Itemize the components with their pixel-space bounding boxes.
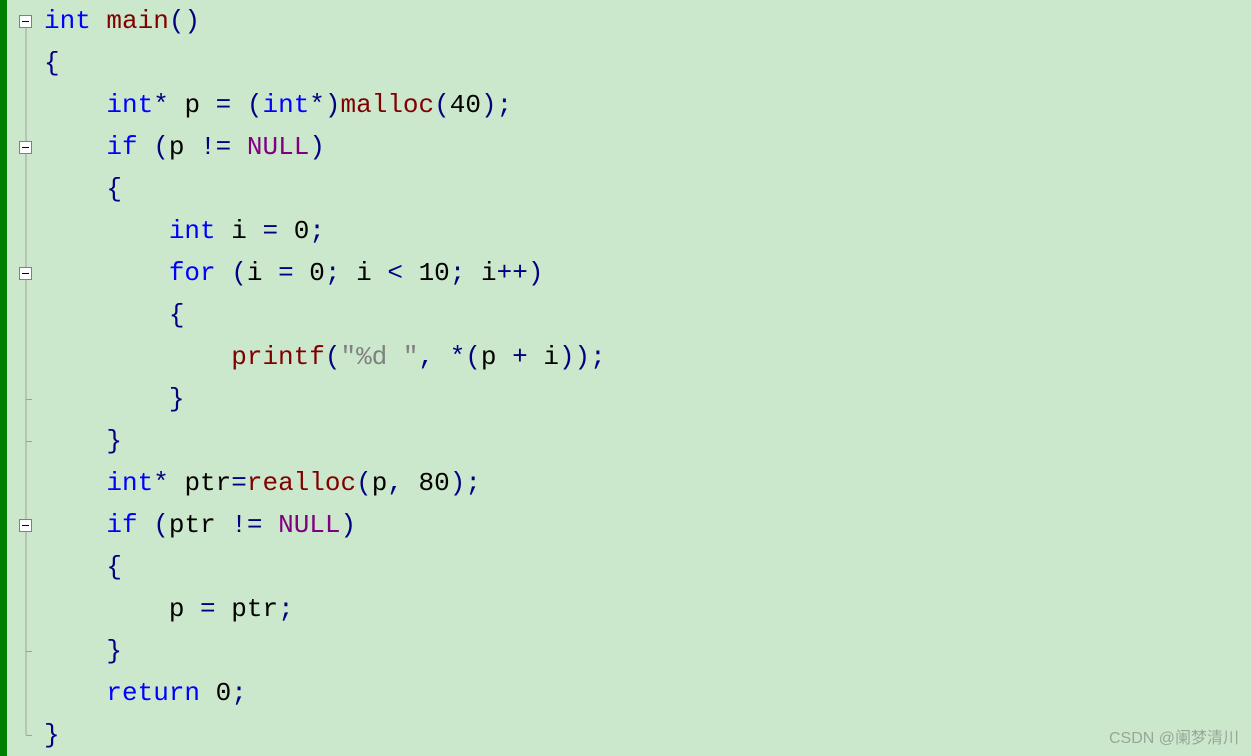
code-line: if (ptr != NULL) [44, 504, 1251, 546]
code-line: } [44, 714, 1251, 756]
fold-toggle-icon[interactable] [19, 519, 32, 532]
code-line: { [44, 42, 1251, 84]
code-line: printf("%d ", *(p + i)); [44, 336, 1251, 378]
code-editor: int main() { int* p = (int*)malloc(40); … [0, 0, 1251, 756]
fold-toggle-icon[interactable] [19, 141, 32, 154]
code-line: p = ptr; [44, 588, 1251, 630]
watermark: CSDN @阑梦清川 [1109, 724, 1239, 748]
code-line: int i = 0; [44, 210, 1251, 252]
code-line: } [44, 630, 1251, 672]
code-line: int* p = (int*)malloc(40); [44, 84, 1251, 126]
code-line: { [44, 168, 1251, 210]
fold-toggle-icon[interactable] [19, 267, 32, 280]
function-name: main [106, 6, 168, 36]
code-line: { [44, 546, 1251, 588]
code-content[interactable]: int main() { int* p = (int*)malloc(40); … [44, 0, 1251, 756]
code-line: return 0; [44, 672, 1251, 714]
code-line: } [44, 378, 1251, 420]
code-line: } [44, 420, 1251, 462]
fold-toggle-icon[interactable] [19, 15, 32, 28]
code-line: int main() [44, 0, 1251, 42]
code-line: { [44, 294, 1251, 336]
keyword: int [44, 6, 91, 36]
fold-gutter [0, 0, 44, 756]
code-line: for (i = 0; i < 10; i++) [44, 252, 1251, 294]
code-line: int* ptr=realloc(p, 80); [44, 462, 1251, 504]
code-line: if (p != NULL) [44, 126, 1251, 168]
